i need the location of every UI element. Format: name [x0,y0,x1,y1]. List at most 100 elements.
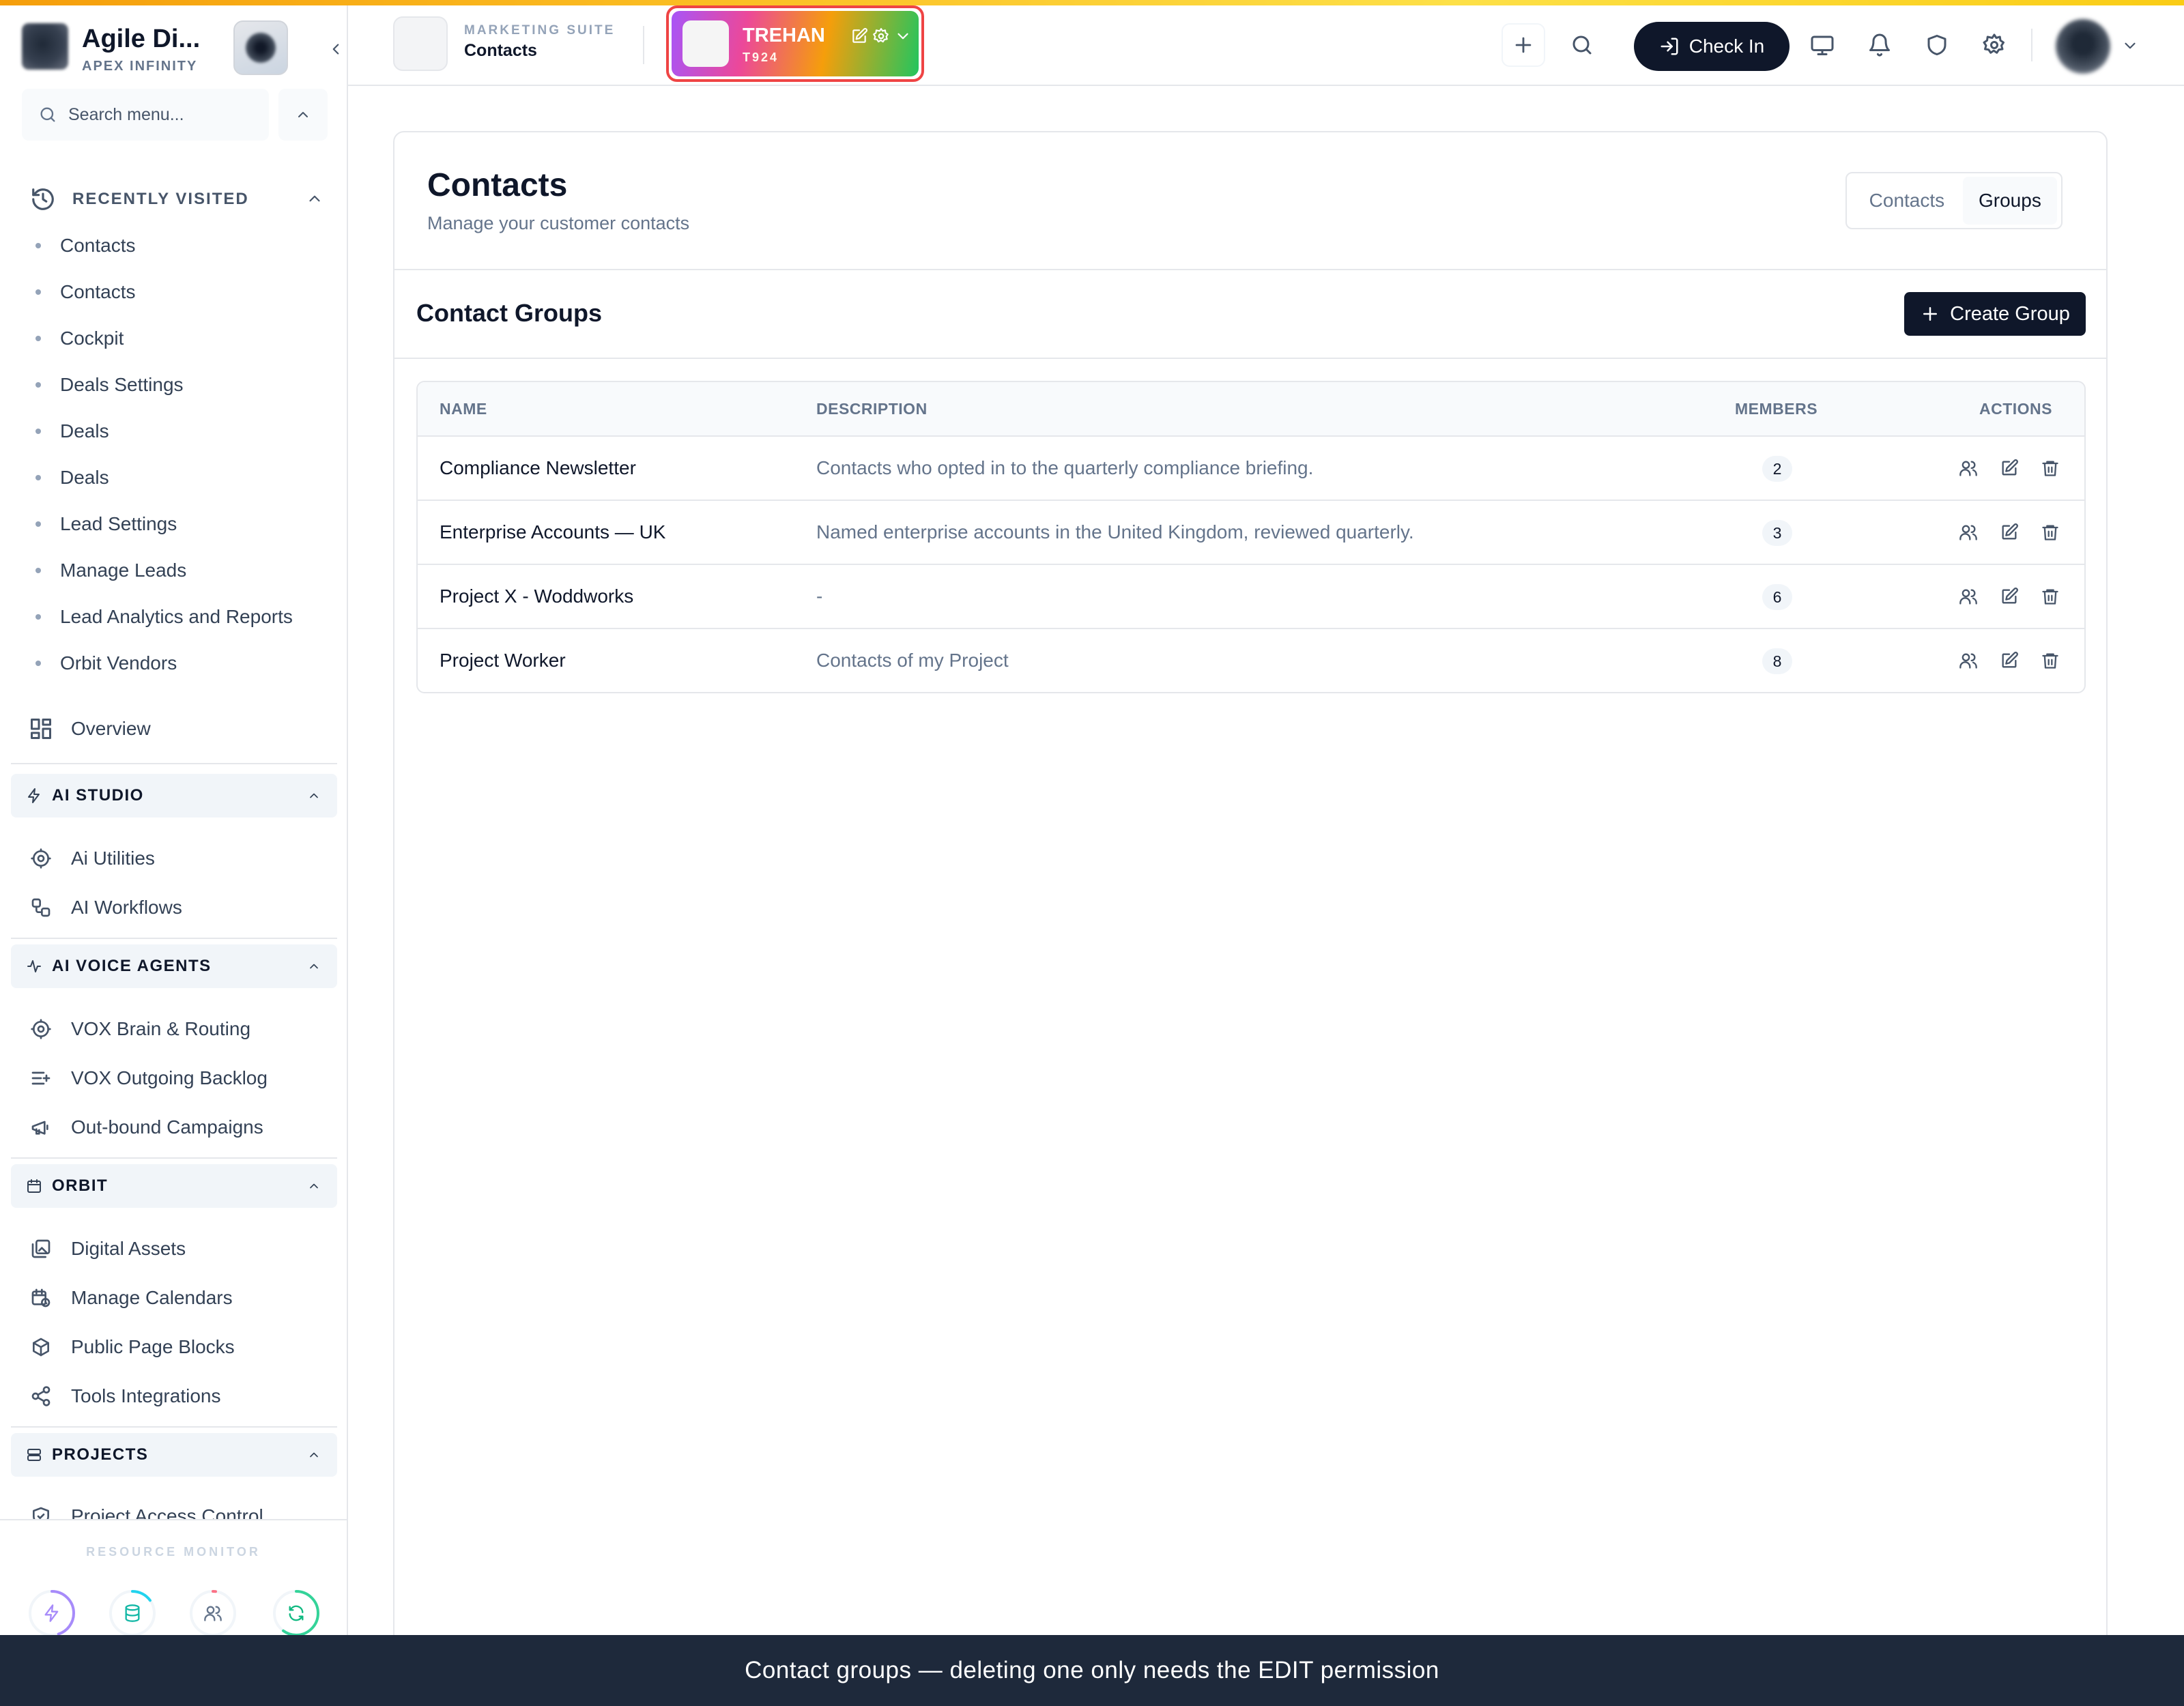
recent-item[interactable]: Deals [35,408,322,454]
sidebar-item-ai-utilities[interactable]: Ai Utilities [27,837,328,880]
table-row[interactable]: Project X - Woddworks - 6 [418,564,2084,628]
gauge-users[interactable] [188,1589,238,1635]
section-ai-studio[interactable]: AI STUDIO [11,774,337,818]
users-icon[interactable] [1957,647,1979,674]
trash-icon[interactable] [2039,454,2061,482]
users-icon[interactable] [1957,583,1979,610]
chevron-up-icon[interactable] [306,190,324,207]
group-description: Contacts of my Project [816,650,1009,671]
section-orbit[interactable]: ORBIT [11,1164,337,1208]
divider [11,1426,337,1428]
server-icon [26,1447,42,1463]
brand-name: Agile Di... [82,25,201,53]
gauge-database[interactable] [108,1589,157,1635]
sidebar-item-tools-integrations[interactable]: Tools Integrations [27,1374,328,1418]
edit-icon[interactable] [1998,647,2020,674]
sidebar-item-vox-backlog[interactable]: VOX Outgoing Backlog [27,1056,328,1100]
gauge-refresh[interactable] [272,1589,321,1635]
recent-item[interactable]: Contacts [35,222,322,269]
edit-icon[interactable] [1998,454,2020,482]
calendar-clock-icon [27,1287,55,1309]
sidebar-item-label: Out-bound Campaigns [71,1116,263,1138]
section-projects[interactable]: PROJECTS [11,1433,337,1477]
sidebar-item-manage-calendars[interactable]: Manage Calendars [27,1276,328,1320]
chevron-down-icon[interactable] [2121,37,2139,55]
sidebar-item-overview[interactable]: Overview [27,707,328,751]
row-actions [1957,519,2061,546]
sidebar-item-ai-workflows[interactable]: AI Workflows [27,886,328,929]
search-menu-input[interactable] [68,104,259,125]
notifications-button[interactable] [1858,23,1901,67]
users-icon[interactable] [1957,454,1979,482]
sidebar-item-label: VOX Brain & Routing [71,1018,251,1039]
gear-icon [1982,33,2007,57]
settings-button[interactable] [1972,23,2016,67]
chevron-down-icon[interactable] [894,27,912,45]
table-row[interactable]: Compliance Newsletter Contacts who opted… [418,435,2084,500]
sidebar-item-public-page-blocks[interactable]: Public Page Blocks [27,1325,328,1369]
recently-visited-label: RECENTLY VISITED [72,190,249,208]
edit-icon[interactable] [1998,583,2020,610]
recent-item[interactable]: Orbit Vendors [35,640,322,686]
tenant-switcher[interactable]: TREHAN T924 [672,11,919,76]
sidebar-item-digital-assets[interactable]: Digital Assets [27,1227,328,1271]
recent-item[interactable]: Lead Settings [35,501,322,547]
layout-dashboard-icon [27,717,55,741]
trash-icon[interactable] [2039,519,2061,546]
chevron-up-icon[interactable] [307,1179,321,1193]
trash-icon[interactable] [2039,647,2061,674]
gauge-zap[interactable] [27,1589,76,1635]
table-row[interactable]: Project Worker Contacts of my Project 8 [418,628,2084,692]
chevron-up-icon[interactable] [307,959,321,973]
recent-item[interactable]: Deals Settings [35,362,322,408]
recent-item[interactable]: Cockpit [35,315,322,362]
brand[interactable]: Agile Di... APEX INFINITY [22,18,339,78]
create-group-button[interactable]: Create Group [1904,292,2086,336]
gear-icon[interactable] [872,27,890,45]
trash-icon[interactable] [2039,583,2061,610]
chevron-left-icon[interactable] [322,35,347,63]
tab-groups[interactable]: Groups [1962,177,2057,225]
monitor-button[interactable] [1800,23,1844,67]
page-title: Contacts [427,167,568,203]
recent-item[interactable]: Contacts [35,269,322,315]
divider [643,26,644,64]
add-button[interactable] [1502,23,1545,67]
search-icon [38,105,57,124]
table-row[interactable]: Enterprise Accounts — UK Named enterpris… [418,500,2084,564]
recently-visited-header[interactable]: RECENTLY VISITED [30,180,324,218]
sidebar: Agile Di... APEX INFINITY RECENTLY VISIT… [0,5,348,1635]
tab-contacts[interactable]: Contacts [1851,177,1963,225]
divider [11,763,337,764]
megaphone-icon [27,1116,55,1138]
section-ai-voice-agents[interactable]: AI VOICE AGENTS [11,944,337,988]
divider [394,358,2106,359]
chevron-up-icon[interactable] [278,89,328,141]
workspace-avatar[interactable] [233,20,288,75]
app-icon[interactable] [393,16,448,71]
check-in-button[interactable]: Check In [1634,22,1790,71]
section-title: ORBIT [52,1176,109,1195]
sidebar-item-outbound-campaigns[interactable]: Out-bound Campaigns [27,1105,328,1149]
resource-monitor-title: RESOURCE MONITOR [86,1545,261,1559]
section-title: Contact Groups [416,299,603,327]
sidebar-search [22,89,269,141]
chevron-up-icon[interactable] [307,789,321,803]
chevron-up-icon[interactable] [307,1448,321,1462]
group-name: Enterprise Accounts — UK [440,521,666,543]
column-header-members[interactable]: MEMBERS [1735,400,1817,418]
zap-icon [26,787,42,804]
recent-item[interactable]: Deals [35,454,322,501]
recent-item[interactable]: Manage Leads [35,547,322,594]
edit-icon[interactable] [850,27,868,45]
recent-item[interactable]: Lead Analytics and Reports [35,594,322,640]
sidebar-item-vox-brain[interactable]: VOX Brain & Routing [27,1007,328,1051]
images-icon [27,1238,55,1260]
search-button[interactable] [1560,23,1604,67]
column-header-name[interactable]: NAME [440,400,487,418]
edit-icon[interactable] [1998,519,2020,546]
security-button[interactable] [1915,23,1959,67]
column-header-description[interactable]: DESCRIPTION [816,400,928,418]
user-avatar[interactable] [2056,19,2110,74]
users-icon[interactable] [1957,519,1979,546]
